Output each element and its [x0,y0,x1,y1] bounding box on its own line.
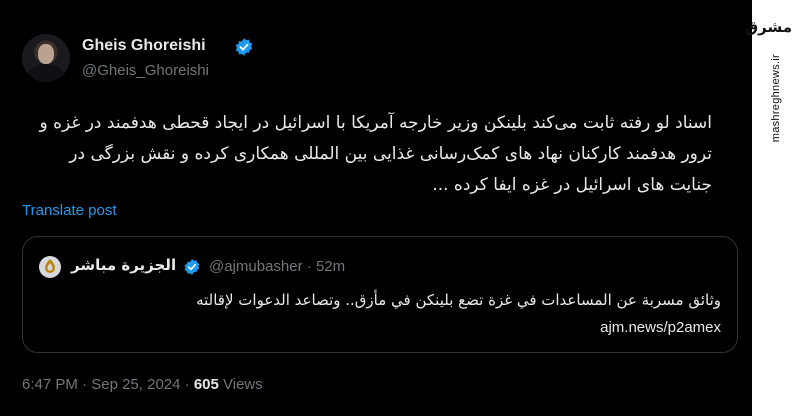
quoted-separator: · [306,258,312,275]
watermark-logo: مشرق [744,18,792,36]
translate-post-link[interactable]: Translate post [22,202,117,219]
avatar-shoulders [28,64,64,82]
author-handle[interactable]: @Gheis_Ghoreishi [82,62,209,79]
meta-separator-1: · [82,376,88,393]
verified-badge-icon [235,38,253,56]
quoted-author-name[interactable]: الجزيرة مباشر [71,256,176,274]
views-count[interactable]: 605 [194,376,219,393]
quoted-link[interactable]: ajm.news/p2amex [600,319,721,336]
watermark-site: mashreghnews.ir [770,54,782,143]
tweet-text: اسناد لو رفته ثابت می‌کند بلینکن وزیر خا… [39,113,712,195]
aljazeera-logo-icon [39,256,61,278]
quoted-meta: @ajmubasher · 52m [209,258,345,275]
tweet-meta: 6:47 PM · Sep 25, 2024 · 605 Views [22,376,263,393]
quoted-time[interactable]: 52m [316,258,345,275]
tweet-card: Gheis Ghoreishi @Gheis_Ghoreishi اسناد ل… [0,0,752,416]
quoted-handle[interactable]: @ajmubasher [209,258,303,275]
quoted-tweet[interactable]: الجزيرة مباشر @ajmubasher · 52m وثائق مس… [22,236,738,353]
avatar-face [38,44,54,64]
views-label: Views [223,376,263,393]
quoted-text: وثائق مسربة عن المساعدات في غزة تضع بلين… [196,291,721,309]
quoted-verified-badge-icon [184,259,200,275]
tweet-date[interactable]: Sep 25, 2024 [91,376,180,393]
meta-separator-2: · [184,376,190,393]
author-display-name[interactable]: Gheis Ghoreishi [82,37,206,55]
watermark: مشرق mashreghnews.ir [744,0,800,416]
author-avatar[interactable] [22,34,70,82]
tweet-time[interactable]: 6:47 PM [22,376,78,393]
